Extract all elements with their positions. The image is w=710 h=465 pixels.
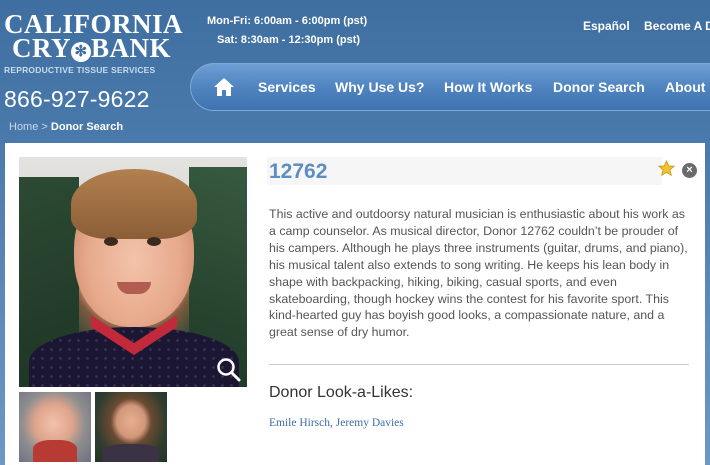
lookalikes-title: Donor Look-a-Likes: (269, 384, 414, 401)
hours-saturday: Sat: 8:30am - 12:30pm (pst) (217, 34, 361, 46)
main-nav: Services Why Use Us? How It Works Donor … (190, 63, 710, 111)
nav-services[interactable]: Services (258, 79, 316, 95)
donor-photo[interactable] (19, 157, 247, 387)
become-donor-link[interactable]: Become A D (644, 19, 710, 33)
top-links: Español Become A D (583, 19, 710, 33)
thumbnail-bib (33, 440, 77, 462)
breadcrumb-separator: > (41, 121, 48, 133)
photo-eye-left (104, 237, 118, 246)
hours-weekday: Mon-Fri: 6:00am - 6:00pm (pst) (207, 15, 368, 27)
nav-donor-search[interactable]: Donor Search (553, 79, 645, 95)
lookalikes-list[interactable]: Emile Hirsch, Jeremy Davies (269, 417, 404, 429)
breadcrumb-current: Donor Search (50, 121, 124, 133)
photo-eye-right (147, 237, 161, 246)
snowflake-icon: ✻ (71, 42, 92, 62)
donor-id: 12762 (269, 160, 328, 183)
thumbnail-child-photo[interactable] (95, 392, 167, 462)
donor-profile-card: 12762 × This active and outdoorsy natura… (5, 143, 705, 465)
nav-why-use-us[interactable]: Why Use Us? (335, 79, 424, 95)
donor-bio: This active and outdoorsy natural musici… (269, 207, 688, 340)
logo-tagline: REPRODUCTIVE TISSUE SERVICES (4, 65, 156, 75)
divider (269, 364, 689, 365)
magnifier-icon[interactable] (216, 357, 242, 383)
close-icon[interactable]: × (682, 163, 697, 178)
phone-number[interactable]: 866-927-9622 (4, 86, 150, 113)
logo-line-2: CRY ✻ BANK (12, 33, 172, 63)
logo[interactable]: CALIFORNIA CRY ✻ BANK REPRODUCTIVE TISSUE … (4, 11, 183, 76)
thumbnail-baby-photo[interactable] (19, 392, 91, 462)
espanol-link[interactable]: Español (583, 19, 630, 33)
breadcrumb: Home > Donor Search (9, 121, 123, 133)
thumbnail-shirt (103, 444, 159, 462)
nav-about[interactable]: About U (665, 79, 710, 95)
home-icon[interactable] (213, 76, 235, 98)
nav-how-it-works[interactable]: How It Works (444, 79, 532, 95)
breadcrumb-home[interactable]: Home (9, 121, 38, 133)
photo-hair (71, 169, 197, 239)
favorite-star-icon[interactable] (658, 160, 675, 177)
